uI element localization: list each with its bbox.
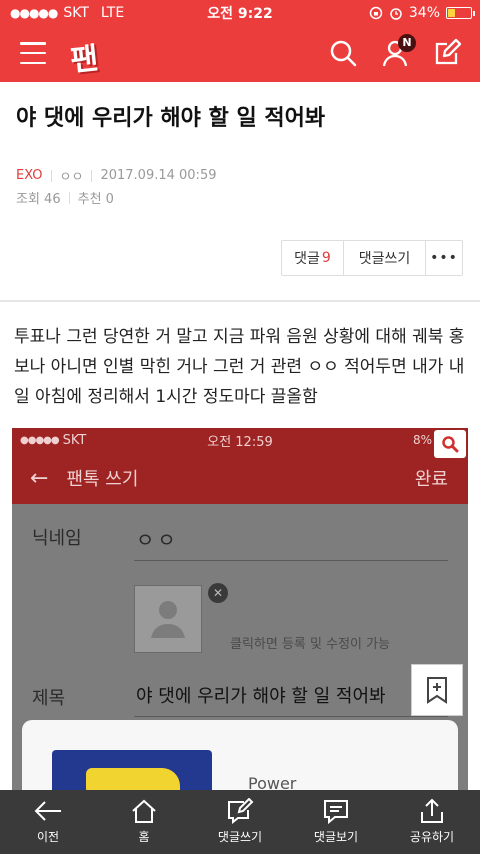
back-arrow-icon <box>34 801 61 821</box>
post-author: ㅇㅇ <box>59 170 84 185</box>
write-comment-icon <box>228 798 254 824</box>
share-icon <box>421 798 443 823</box>
embedded-done: 완료 <box>414 469 448 490</box>
post-meta: EXO ㅇㅇ 2017.09.14 00:59 <box>16 166 216 185</box>
more-options-button[interactable]: ••• <box>426 241 462 275</box>
rotation-lock-icon <box>369 6 383 20</box>
section-divider <box>0 300 480 302</box>
nav-home[interactable]: 홈 <box>96 790 192 854</box>
post-stats: 조회 46 추천 0 <box>16 188 114 207</box>
recommend-count: 추천 0 <box>77 192 114 207</box>
meta-divider <box>68 191 70 204</box>
alarm-icon <box>390 8 402 20</box>
embedded-battery: 8% <box>412 433 432 447</box>
embedded-header-title: 팬톡 쓰기 <box>66 469 139 490</box>
comments-button[interactable]: 댓글 9 <box>282 241 344 275</box>
embedded-header: ← 팬톡 쓰기 완료 <box>12 452 468 504</box>
embedded-underline <box>134 716 448 717</box>
embedded-clock: 오전 12:59 <box>207 434 273 450</box>
write-comment-button[interactable]: 댓글쓰기 <box>344 241 426 275</box>
notification-badge: N <box>398 34 416 52</box>
nav-back-label: 이전 <box>36 830 60 844</box>
embedded-nickname-value: ㅇㅇ <box>136 528 179 552</box>
nav-view-comments-label: 댓글보기 <box>313 830 359 844</box>
nav-view-comments[interactable]: 댓글보기 <box>288 790 384 854</box>
embedded-title-label: 제목 <box>32 688 66 709</box>
bottom-nav: 이전 홈 댓글쓰기 댓글보기 공유하기 <box>0 790 480 854</box>
post-datetime: 2017.09.14 00:59 <box>100 168 217 183</box>
nav-write-comment[interactable]: 댓글쓰기 <box>192 790 288 854</box>
view-comments-icon <box>324 800 348 824</box>
home-icon <box>132 799 156 823</box>
profile-icon[interactable]: N <box>380 34 416 68</box>
status-bar: ●●●●● SKT LTE 오전 9:22 34% <box>0 0 480 26</box>
post-actions: 댓글 9 댓글쓰기 ••• <box>281 240 463 276</box>
embedded-remove-icon: ✕ <box>208 583 228 603</box>
post-category[interactable]: EXO <box>16 168 43 183</box>
embedded-screenshot: ●●●●● SKT 오전 12:59 8% ← 팬톡 쓰기 완료 닉네임 ㅇㅇ … <box>12 428 468 808</box>
nav-write-comment-label: 댓글쓰기 <box>217 830 263 844</box>
embedded-underline <box>134 560 448 561</box>
menu-icon[interactable] <box>20 42 46 64</box>
comments-count: 9 <box>321 250 331 266</box>
battery-icon <box>446 7 475 19</box>
nav-share[interactable]: 공유하기 <box>384 790 480 854</box>
post-title: 야 댓에 우리가 해야 할 일 적어봐 <box>16 106 326 131</box>
meta-divider <box>91 169 93 182</box>
nav-share-label: 공유하기 <box>409 830 455 844</box>
bookmark-plus-icon <box>427 677 447 704</box>
comments-label: 댓글 <box>294 251 320 267</box>
embedded-image-hint: 클릭하면 등록 및 수정이 가능 <box>230 637 391 652</box>
search-icon[interactable] <box>328 38 358 68</box>
app-logo[interactable]: 팬 <box>68 32 110 79</box>
nav-home-label: 홈 <box>138 830 150 844</box>
bookmark-add-button[interactable] <box>411 664 463 716</box>
embedded-nickname-label: 닉네임 <box>32 528 82 549</box>
post-body: 투표나 그런 당연한 거 말고 지금 파워 음원 상황에 대해 궤북 홍보나 아… <box>14 327 465 407</box>
embedded-back-icon: ← <box>30 465 49 491</box>
embedded-status-bar: ●●●●● SKT 오전 12:59 8% <box>12 428 468 452</box>
battery-percent: 34% <box>408 5 440 21</box>
embedded-avatar-placeholder <box>134 585 202 653</box>
meta-divider <box>50 169 52 182</box>
view-count: 조회 46 <box>16 192 61 207</box>
nav-back[interactable]: 이전 <box>0 790 96 854</box>
image-search-icon[interactable] <box>434 430 466 458</box>
embedded-title-value: 야 댓에 우리가 해야 할 일 적어봐 <box>136 686 386 707</box>
app-header: 팬 N <box>0 26 480 82</box>
compose-icon[interactable] <box>432 38 462 68</box>
